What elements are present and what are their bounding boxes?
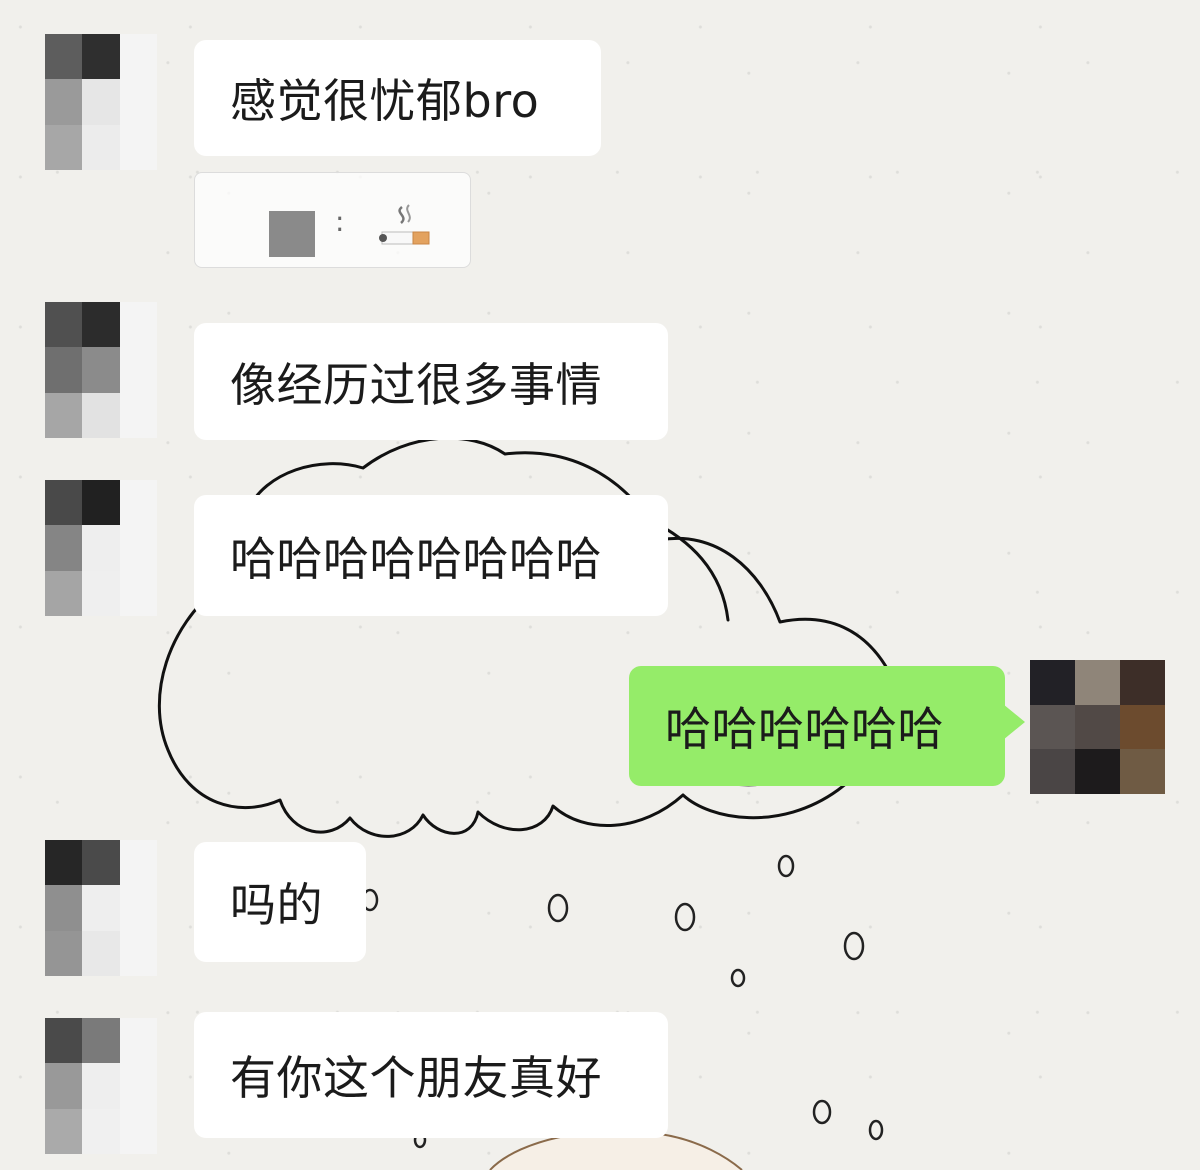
avatar[interactable] (45, 302, 157, 438)
message-bubble[interactable]: 哈哈哈哈哈哈哈哈 (194, 495, 668, 616)
avatar[interactable] (45, 480, 157, 616)
message-bubble[interactable]: 哈哈哈哈哈哈 (629, 666, 1025, 786)
message-bubble[interactable]: 有你这个朋友真好 (194, 1012, 668, 1138)
avatar[interactable] (1030, 660, 1165, 794)
avatar[interactable] (45, 1018, 157, 1154)
cigarette-icon (379, 204, 430, 245)
avatar[interactable] (45, 34, 157, 170)
message-bubble[interactable]: 吗的 (194, 842, 366, 962)
message-bubble[interactable]: 像经历过很多事情 (194, 323, 668, 440)
quoted-message[interactable]: : (194, 172, 471, 268)
message-bubble[interactable]: 感觉很忧郁bro (194, 40, 601, 156)
quote-separator: : (335, 205, 345, 238)
quoted-sender-avatar (269, 211, 315, 257)
avatar[interactable] (45, 840, 157, 976)
